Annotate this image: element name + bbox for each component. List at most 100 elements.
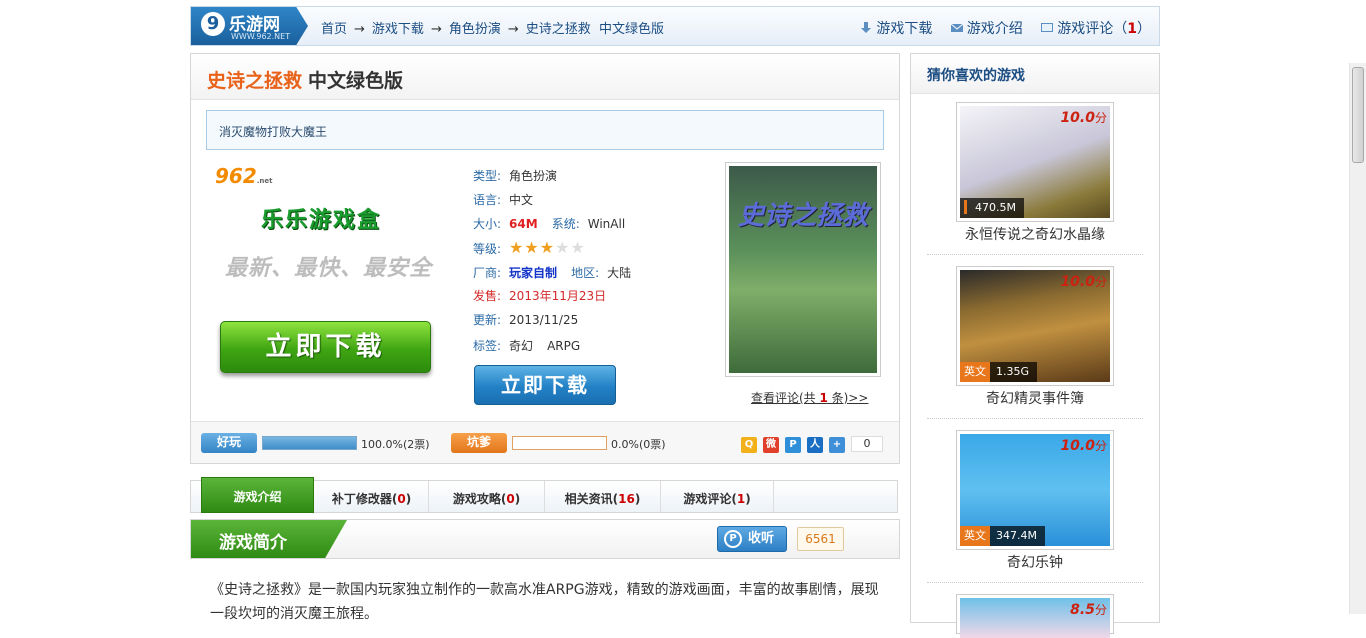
info-level: 等级: ★★★★★ [473,238,586,257]
size-marker [964,200,967,214]
vote-bad-button[interactable]: 坑爹 [451,433,507,453]
game-cover[interactable]: 史诗之拯救 [725,162,881,377]
top-comments-count: 1 [1127,21,1137,37]
card-size: 英文 347.4M [960,526,1045,546]
tab-patches[interactable]: 补丁修改器(0) [315,481,429,513]
vendor-value[interactable]: 玩家自制 [509,266,557,280]
card-name[interactable]: 永恒传说之奇幻水晶缘 [911,224,1159,244]
vendor-label: 厂商: [473,266,502,280]
card-size-value: 470.5M [975,201,1016,214]
mail-icon [950,23,963,32]
more-icon[interactable]: + [829,437,845,453]
game-title: 史诗之拯救 [207,70,303,92]
view-reviews-link[interactable]: 查看评论(共 1 条)>> [751,389,868,406]
rating-stars: ★★★★★ [509,238,586,257]
intro-header: 游戏简介 P 收听 6561 [190,519,900,559]
top-download-label: 游戏下载 [876,21,933,37]
breadcrumb-edition[interactable]: 中文绿色版 [599,22,664,37]
scrollbar-thumb[interactable] [1352,67,1364,163]
region-label: 地区: [571,266,600,280]
card-score-unit: 分 [1094,111,1107,125]
promo-logo: 962.net [215,164,273,188]
recommend-card[interactable]: 10.0分 英文 347.4M [956,430,1114,550]
breadcrumb-arrow: → [430,22,442,37]
breadcrumb-downloads[interactable]: 游戏下载 [372,22,424,37]
listen-count: 6561 [797,527,844,551]
recommend-card[interactable]: 10.0分 470.5M [956,102,1114,222]
download-button[interactable]: 立即下载 [474,365,616,405]
type-label: 类型: [473,169,502,183]
tag[interactable]: 奇幻 [509,339,533,353]
tab-intro[interactable]: 游戏介绍 [201,477,314,513]
breadcrumb-home[interactable]: 首页 [321,22,347,37]
vote-good-button[interactable]: 好玩 [201,433,257,453]
logo-mark-icon: 9 [201,12,225,36]
vote-bad-text: 0.0%(0票) [611,438,666,451]
logo-subtext: WWW.962.NET [231,32,291,41]
top-download-link[interactable]: 游戏下载 [860,21,932,37]
top-intro-link[interactable]: 游戏介绍 [950,21,1023,37]
update-label: 更新: [473,313,502,327]
breadcrumb-game[interactable]: 史诗之拯救 [526,22,591,37]
lang-label: 语言: [473,193,502,207]
review-link-count: 1 [819,391,828,405]
card-score: 8.5分 [1070,601,1107,618]
vote-good-bar [262,436,357,450]
card-lang: 英文 [960,362,990,382]
listen-button[interactable]: P 收听 [717,526,787,552]
gamebox-download-button[interactable]: 立即下载 [220,321,431,373]
card-score-unit: 分 [1094,275,1107,289]
info-update: 更新: 2013/11/25 [473,311,578,328]
tag[interactable]: ARPG [547,339,580,353]
breadcrumb-rpg[interactable]: 角色扮演 [449,22,501,37]
recommend-card[interactable]: 10.0分 英文 1.35G [956,266,1114,386]
tab-news[interactable]: 相关资讯(16) [545,481,661,513]
card-size-value: 1.35G [996,365,1030,378]
review-link-pre: 查看评论(共 [751,391,820,405]
star-empty-icon: ★ [570,238,586,257]
download-arrow-icon [861,22,872,33]
title-bar: 史诗之拯救 中文绿色版 [191,54,899,100]
weibo-icon[interactable]: 微 [763,437,779,453]
size-value: 64M [509,217,538,231]
card-score-unit: 分 [1094,603,1107,617]
tab-guides[interactable]: 游戏攻略(0) [429,481,545,513]
promo-slogan: 最新、最快、最安全 [225,256,433,281]
recommend-card[interactable]: 8.5分 [956,594,1114,638]
comment-icon [1041,23,1054,32]
card-name[interactable]: 奇幻乐钟 [911,552,1159,572]
card-size-value: 347.4M [996,529,1037,542]
card-name[interactable]: 奇幻精灵事件簿 [911,388,1159,408]
tab-count: 0 [506,492,515,506]
tab-label: 游戏评论 [683,492,732,506]
renren-icon[interactable]: 人 [807,437,823,453]
size-label: 大小: [473,217,502,231]
system-label: 系统: [551,217,580,231]
qzone-icon[interactable]: Q [741,437,757,453]
cover-title-art: 史诗之拯救 [738,201,869,231]
game-edition: 中文绿色版 [308,70,404,92]
top-comments-label: 游戏评论（ [1057,21,1128,37]
vote-good-text: 100.0%(2票) [361,438,430,451]
card-score-value: 10.0 [1060,110,1095,126]
site-logo[interactable]: 9 乐游网 WWW.962.NET [191,7,308,45]
divider [927,254,1143,255]
vote-bad-bar [512,436,607,450]
card-size: 英文 1.35G [960,362,1038,382]
top-comments-link[interactable]: 游戏评论（1） [1041,21,1151,37]
listen-icon: P [724,530,742,548]
tab-count: 0 [397,492,406,506]
info-size: 大小: 64M 系统: WinAll [473,215,625,232]
star-filled-icon: ★ [509,238,525,257]
tab-comments[interactable]: 游戏评论(1) [661,481,774,513]
region-value: 大陆 [607,266,632,280]
tab-label: 相关资讯 [564,492,613,506]
system-value: WinAll [587,217,626,231]
type-value[interactable]: 角色扮演 [509,169,557,183]
top-links: 游戏下载 游戏介绍 游戏评论（1） [846,18,1151,38]
update-value: 2013/11/25 [509,313,579,327]
tencent-icon[interactable]: P [785,437,801,453]
page-scrollbar[interactable] [1349,63,1366,614]
tab-count: 16 [618,492,635,506]
vote-good-fill [263,437,356,449]
